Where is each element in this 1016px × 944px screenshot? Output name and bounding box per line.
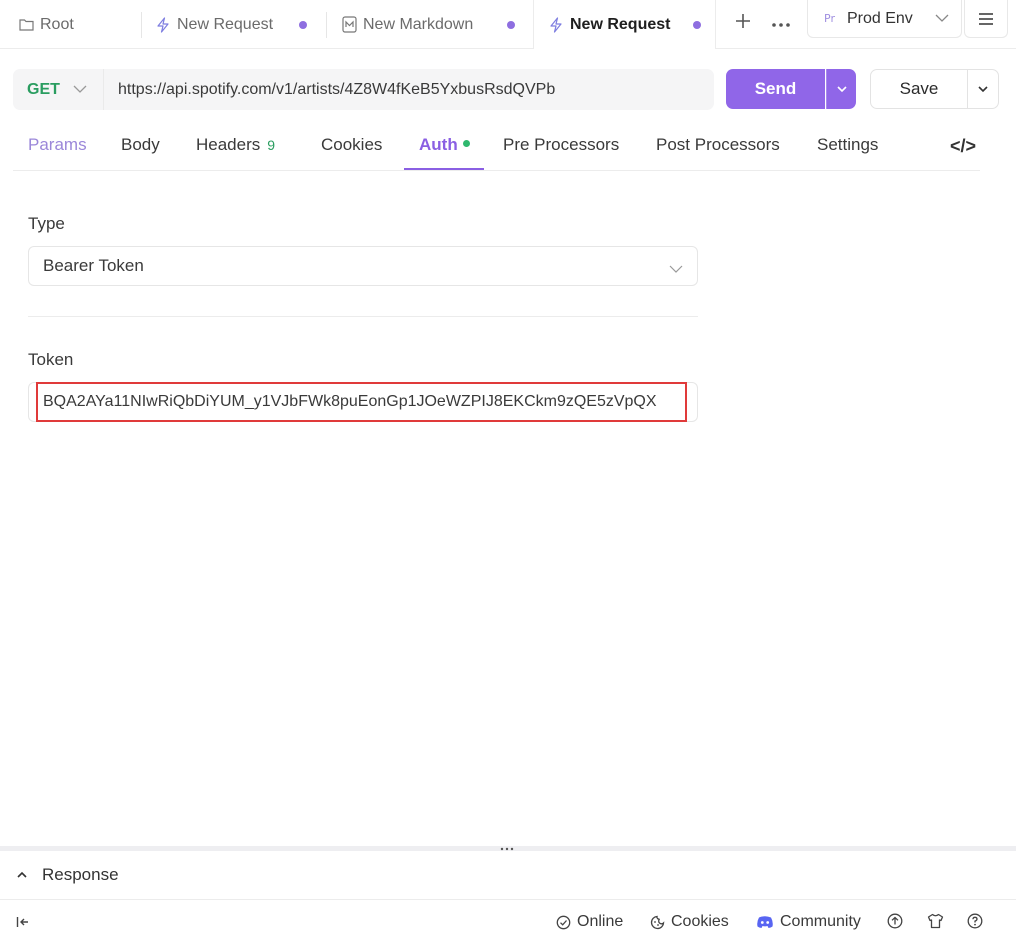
tab-body[interactable]: Body: [121, 135, 160, 171]
auth-type-label: Type: [28, 214, 65, 233]
auth-type-select[interactable]: Bearer Token: [28, 246, 698, 286]
cookies-status-label: Cookies: [671, 913, 729, 930]
arrow-up-circle-icon: [887, 913, 903, 929]
save-label: Save: [899, 79, 939, 98]
main-menu-button[interactable]: [964, 0, 1008, 38]
discord-icon: [757, 916, 773, 928]
shirt-icon: [927, 913, 944, 929]
tab-settings[interactable]: Settings: [817, 135, 878, 171]
online-label: Online: [577, 913, 624, 930]
hamburger-icon: [979, 12, 993, 25]
active-tab-indicator: [404, 168, 484, 170]
auth-type-value: Bearer Token: [43, 256, 144, 275]
theme-button[interactable]: [927, 913, 950, 929]
tab-pre-label: Pre Processors: [503, 135, 620, 154]
tab-params-label: Params: [28, 135, 87, 154]
response-header[interactable]: Response: [0, 851, 1016, 900]
url-input[interactable]: [103, 69, 714, 110]
tab-root[interactable]: Root: [18, 0, 74, 49]
cookie-icon: [650, 915, 665, 929]
headers-count-badge: 9: [267, 137, 276, 153]
send-label: Send: [754, 79, 797, 98]
tab-new-request-active[interactable]: New Request: [533, 0, 716, 49]
more-tabs-button[interactable]: [768, 12, 794, 36]
send-button[interactable]: Send: [726, 69, 825, 109]
tab-post-processors[interactable]: Post Processors: [656, 135, 780, 171]
tab-new-request-1[interactable]: New Request: [155, 0, 307, 49]
tab-post-label: Post Processors: [656, 135, 780, 154]
splitter-grip-icon[interactable]: [500, 843, 514, 851]
unsaved-dot: [693, 21, 701, 29]
tab-label: New Request: [177, 15, 274, 33]
tab-label: New Markdown: [363, 15, 474, 33]
method-select[interactable]: GET: [13, 69, 103, 110]
env-badge: Pr: [824, 12, 835, 25]
markdown-icon: [341, 16, 357, 33]
plus-icon: [736, 14, 750, 28]
collapse-left-icon: [16, 917, 28, 927]
auth-status-dot: [462, 140, 470, 147]
tab-auth-label: Auth: [419, 135, 458, 154]
method-label: GET: [27, 80, 60, 98]
new-tab-button[interactable]: [731, 12, 755, 36]
token-field: [28, 382, 698, 422]
upload-button[interactable]: [887, 913, 909, 929]
unsaved-dot: [299, 21, 307, 29]
tab-pre-processors[interactable]: Pre Processors: [503, 135, 619, 171]
tab-headers-label: Headers: [196, 135, 261, 154]
community-label: Community: [780, 913, 861, 930]
help-circle-icon: [967, 913, 983, 929]
token-input[interactable]: [37, 383, 687, 421]
ellipsis-icon: [772, 23, 790, 27]
token-label: Token: [28, 350, 74, 369]
tab-body-label: Body: [121, 135, 160, 154]
help-button[interactable]: [967, 913, 989, 929]
tab-auth[interactable]: Auth: [419, 135, 470, 171]
chevron-down-icon: [978, 86, 988, 93]
collapse-sidebar-button[interactable]: [16, 915, 36, 929]
url-bar: GET: [13, 69, 714, 110]
save-options-button[interactable]: [967, 69, 999, 109]
check-circle-icon: [556, 915, 571, 929]
bolt-icon: [155, 16, 171, 33]
tab-headers[interactable]: Headers 9: [196, 135, 275, 171]
online-status[interactable]: Online: [556, 913, 623, 931]
tab-label: New Request: [570, 15, 671, 33]
chevron-down-icon: [935, 10, 949, 28]
env-label: Prod Env: [846, 9, 913, 27]
section-divider: [28, 316, 698, 317]
chevron-down-icon: [73, 81, 87, 99]
folder-icon: [18, 17, 34, 33]
tab-bar: Root New Request New Markdown New Reques…: [0, 0, 1016, 49]
environment-select[interactable]: Pr Prod Env: [807, 0, 962, 38]
unsaved-dot: [507, 21, 515, 29]
bolt-icon: [548, 16, 564, 33]
chevron-up-icon: [16, 866, 28, 884]
request-subtabs: Params Body Headers 9 Cookies Auth Pre Pr…: [13, 122, 980, 171]
tab-cookies-label: Cookies: [321, 135, 383, 154]
code-icon[interactable]: </>: [950, 136, 976, 157]
tab-new-markdown[interactable]: New Markdown: [341, 0, 515, 49]
chevron-down-icon: [669, 259, 683, 279]
cookies-status-button[interactable]: Cookies: [650, 913, 729, 931]
community-link[interactable]: Community: [756, 913, 861, 931]
tab-cookies[interactable]: Cookies: [321, 135, 382, 171]
tab-label: Root: [40, 15, 74, 33]
status-bar: Online Cookies Community: [0, 901, 1016, 944]
send-options-button[interactable]: [826, 69, 856, 109]
response-label: Response: [42, 865, 119, 884]
tab-settings-label: Settings: [817, 135, 879, 154]
chevron-down-icon: [836, 86, 847, 93]
save-button[interactable]: Save: [870, 69, 968, 109]
tab-params[interactable]: Params: [28, 135, 87, 171]
